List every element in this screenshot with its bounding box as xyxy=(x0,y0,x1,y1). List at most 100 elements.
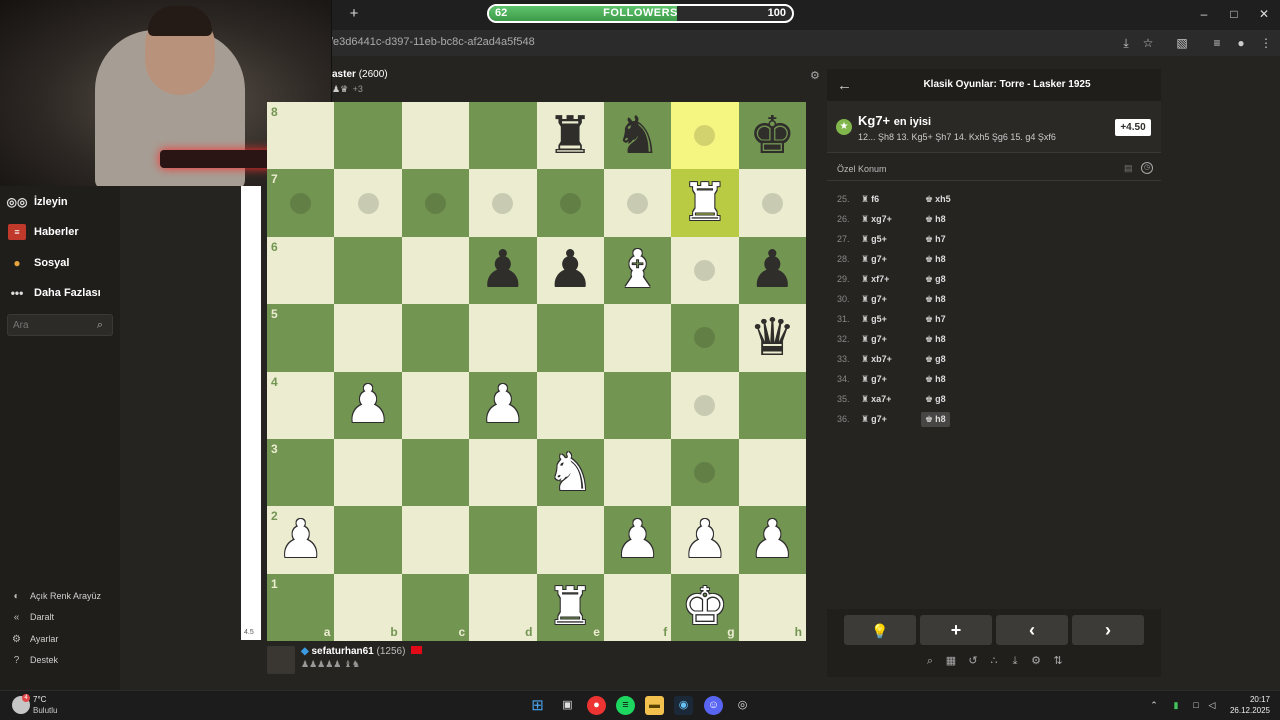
square-a3[interactable]: 3 xyxy=(267,438,335,507)
black-move[interactable]: ♚ h8 xyxy=(921,294,987,305)
download-icon[interactable]: ⤓ xyxy=(1008,654,1022,668)
flip-board-icon[interactable]: ⇅ xyxy=(1051,654,1065,668)
square-g3[interactable] xyxy=(671,438,739,507)
chess-board[interactable]: 8 ♜ ♞ ♚ 7 ♜ 6 ♟ ♟ ♝ ♟ 5 ♛ 4 ♟ ♟ 3 ♞ ♟ 2 ♟ ♟ ♟ 1 a b c d ♜ e f ♚ g h xyxy=(267,102,806,641)
white-move[interactable]: ♜ g7+ xyxy=(855,294,921,305)
black-move[interactable]: ♚ g8 xyxy=(921,394,987,405)
white-rook-icon[interactable]: ♜ xyxy=(682,177,729,229)
black-move[interactable]: ♚ h7 xyxy=(921,234,987,245)
square-d2[interactable] xyxy=(469,506,537,574)
white-pawn-icon[interactable]: ♟ xyxy=(682,514,729,566)
spotify-icon[interactable]: ≡ xyxy=(616,696,635,715)
square-f8[interactable]: ♞ xyxy=(603,102,672,170)
square-h2[interactable]: ♟ xyxy=(738,506,806,574)
white-knight-icon[interactable]: ♞ xyxy=(547,447,594,499)
profile-avatar-icon[interactable]: ● xyxy=(1233,35,1249,51)
square-a8[interactable]: 8 xyxy=(267,102,335,170)
nav-item-watch[interactable]: ◎◎ İzleyin xyxy=(7,191,68,213)
add-button[interactable]: + xyxy=(920,615,992,645)
hint-bulb-button[interactable]: 💡 xyxy=(844,615,916,645)
black-knight-icon[interactable]: ♞ xyxy=(614,110,661,162)
square-h7[interactable] xyxy=(738,169,806,237)
square-h5[interactable]: ♛ xyxy=(738,304,806,372)
legal-move-dot[interactable] xyxy=(694,125,716,147)
obs-icon[interactable]: ◎ xyxy=(733,696,752,715)
square-d5[interactable] xyxy=(469,304,537,372)
share-icon[interactable]: ∴ xyxy=(987,654,1001,668)
white-pawn-icon[interactable]: ♟ xyxy=(345,379,392,431)
square-h3[interactable] xyxy=(738,438,806,507)
tray-overflow-icon[interactable]: ⌃ xyxy=(1148,699,1160,711)
white-move[interactable]: ♜ f6 xyxy=(855,194,921,205)
black-move[interactable]: ♚ xh5 xyxy=(921,194,987,205)
square-h8[interactable]: ♚ xyxy=(738,102,806,170)
square-b3[interactable] xyxy=(334,438,402,507)
extensions-icon[interactable]: ▧ xyxy=(1174,35,1190,51)
footer-settings[interactable]: ⚙ Ayarlar xyxy=(10,631,58,647)
search-icon[interactable]: ⌕ xyxy=(93,318,107,332)
square-f7[interactable] xyxy=(603,169,672,237)
media-control-icon[interactable]: ≡ xyxy=(1209,35,1225,51)
square-a4[interactable]: 4 xyxy=(267,371,335,439)
nav-item-social[interactable]: ● Sosyal xyxy=(8,252,69,274)
black-move[interactable]: ♚ g8 xyxy=(921,274,987,285)
install-app-icon[interactable]: ⤓ xyxy=(1118,35,1134,51)
footer-support[interactable]: ? Destek xyxy=(10,652,58,668)
undo-icon[interactable]: ↺ xyxy=(966,654,980,668)
task-view-icon[interactable]: ▣ xyxy=(558,696,577,715)
settings-gear-icon[interactable]: ⚙ xyxy=(1029,654,1043,668)
square-b5[interactable] xyxy=(334,304,402,372)
white-move[interactable]: ♜ xg7+ xyxy=(855,214,921,225)
square-e6[interactable]: ♟ xyxy=(536,236,604,305)
square-g1[interactable]: ♚ g xyxy=(671,573,739,641)
white-pawn-icon[interactable]: ♟ xyxy=(614,514,661,566)
discord-icon[interactable]: ☺ xyxy=(704,696,723,715)
microphone-icon[interactable]: ▮ xyxy=(1170,699,1182,711)
white-pawn-icon[interactable]: ♟ xyxy=(277,514,324,566)
book-icon[interactable]: ▤ xyxy=(1124,163,1136,175)
square-c3[interactable] xyxy=(401,438,470,507)
white-pawn-icon[interactable]: ♟ xyxy=(480,379,527,431)
square-d7[interactable] xyxy=(469,169,537,237)
volume-icon[interactable]: ◁ xyxy=(1206,699,1218,711)
legal-move-dot[interactable] xyxy=(694,462,716,484)
browser-menu-icon[interactable]: ⋮ xyxy=(1258,35,1274,51)
square-e8[interactable]: ♜ xyxy=(536,102,604,170)
white-move[interactable]: ♜ g7+ xyxy=(855,414,921,425)
square-c6[interactable] xyxy=(401,236,470,305)
best-line[interactable]: 12... Şh8 13. Kg5+ Şh7 14. Kxh5 Şg6 15. … xyxy=(858,132,1056,142)
square-c8[interactable] xyxy=(401,102,470,170)
zoom-icon[interactable]: ⌕ xyxy=(923,654,937,668)
square-d4[interactable]: ♟ xyxy=(469,371,537,439)
square-g2[interactable]: ♟ xyxy=(671,506,739,574)
black-move[interactable]: ♚ h8 xyxy=(921,411,950,427)
next-move-button[interactable]: › xyxy=(1072,615,1144,645)
square-e5[interactable] xyxy=(536,304,604,372)
legal-move-dot[interactable] xyxy=(627,192,649,214)
footer-theme-toggle[interactable]: ◐ Açık Renk Arayüz xyxy=(10,588,101,604)
legal-move-dot[interactable] xyxy=(694,259,716,281)
legal-move-dot[interactable] xyxy=(357,192,379,214)
black-move[interactable]: ♚ g8 xyxy=(921,354,987,365)
square-a1[interactable]: 1a xyxy=(267,573,335,641)
square-c4[interactable] xyxy=(401,371,470,439)
square-d8[interactable] xyxy=(469,102,537,170)
black-king-icon[interactable]: ♚ xyxy=(749,110,796,162)
square-b6[interactable] xyxy=(334,236,402,305)
black-move[interactable]: ♚ h7 xyxy=(921,314,987,325)
square-a7[interactable]: 7 xyxy=(267,169,335,237)
square-c5[interactable] xyxy=(401,304,470,372)
white-pawn-icon[interactable]: ♟ xyxy=(749,514,796,566)
square-g5[interactable] xyxy=(671,304,739,372)
black-move[interactable]: ♚ h8 xyxy=(921,334,987,345)
white-rook-icon[interactable]: ♜ xyxy=(547,581,594,633)
clock-time[interactable]: 20:17 xyxy=(1236,695,1270,704)
white-move[interactable]: ♜ g5+ xyxy=(855,234,921,245)
square-b2[interactable] xyxy=(334,506,402,574)
square-f4[interactable] xyxy=(603,371,672,439)
legal-move-dot[interactable] xyxy=(559,192,581,214)
square-d1[interactable]: d xyxy=(469,573,537,641)
bottom-player[interactable]: ◆ sefaturhan61 (1256) ♟♟♟♟♟ ♝♞ xyxy=(267,646,423,674)
square-g7[interactable]: ♜ xyxy=(671,169,739,237)
restore-icon[interactable]: □ xyxy=(1226,6,1242,22)
